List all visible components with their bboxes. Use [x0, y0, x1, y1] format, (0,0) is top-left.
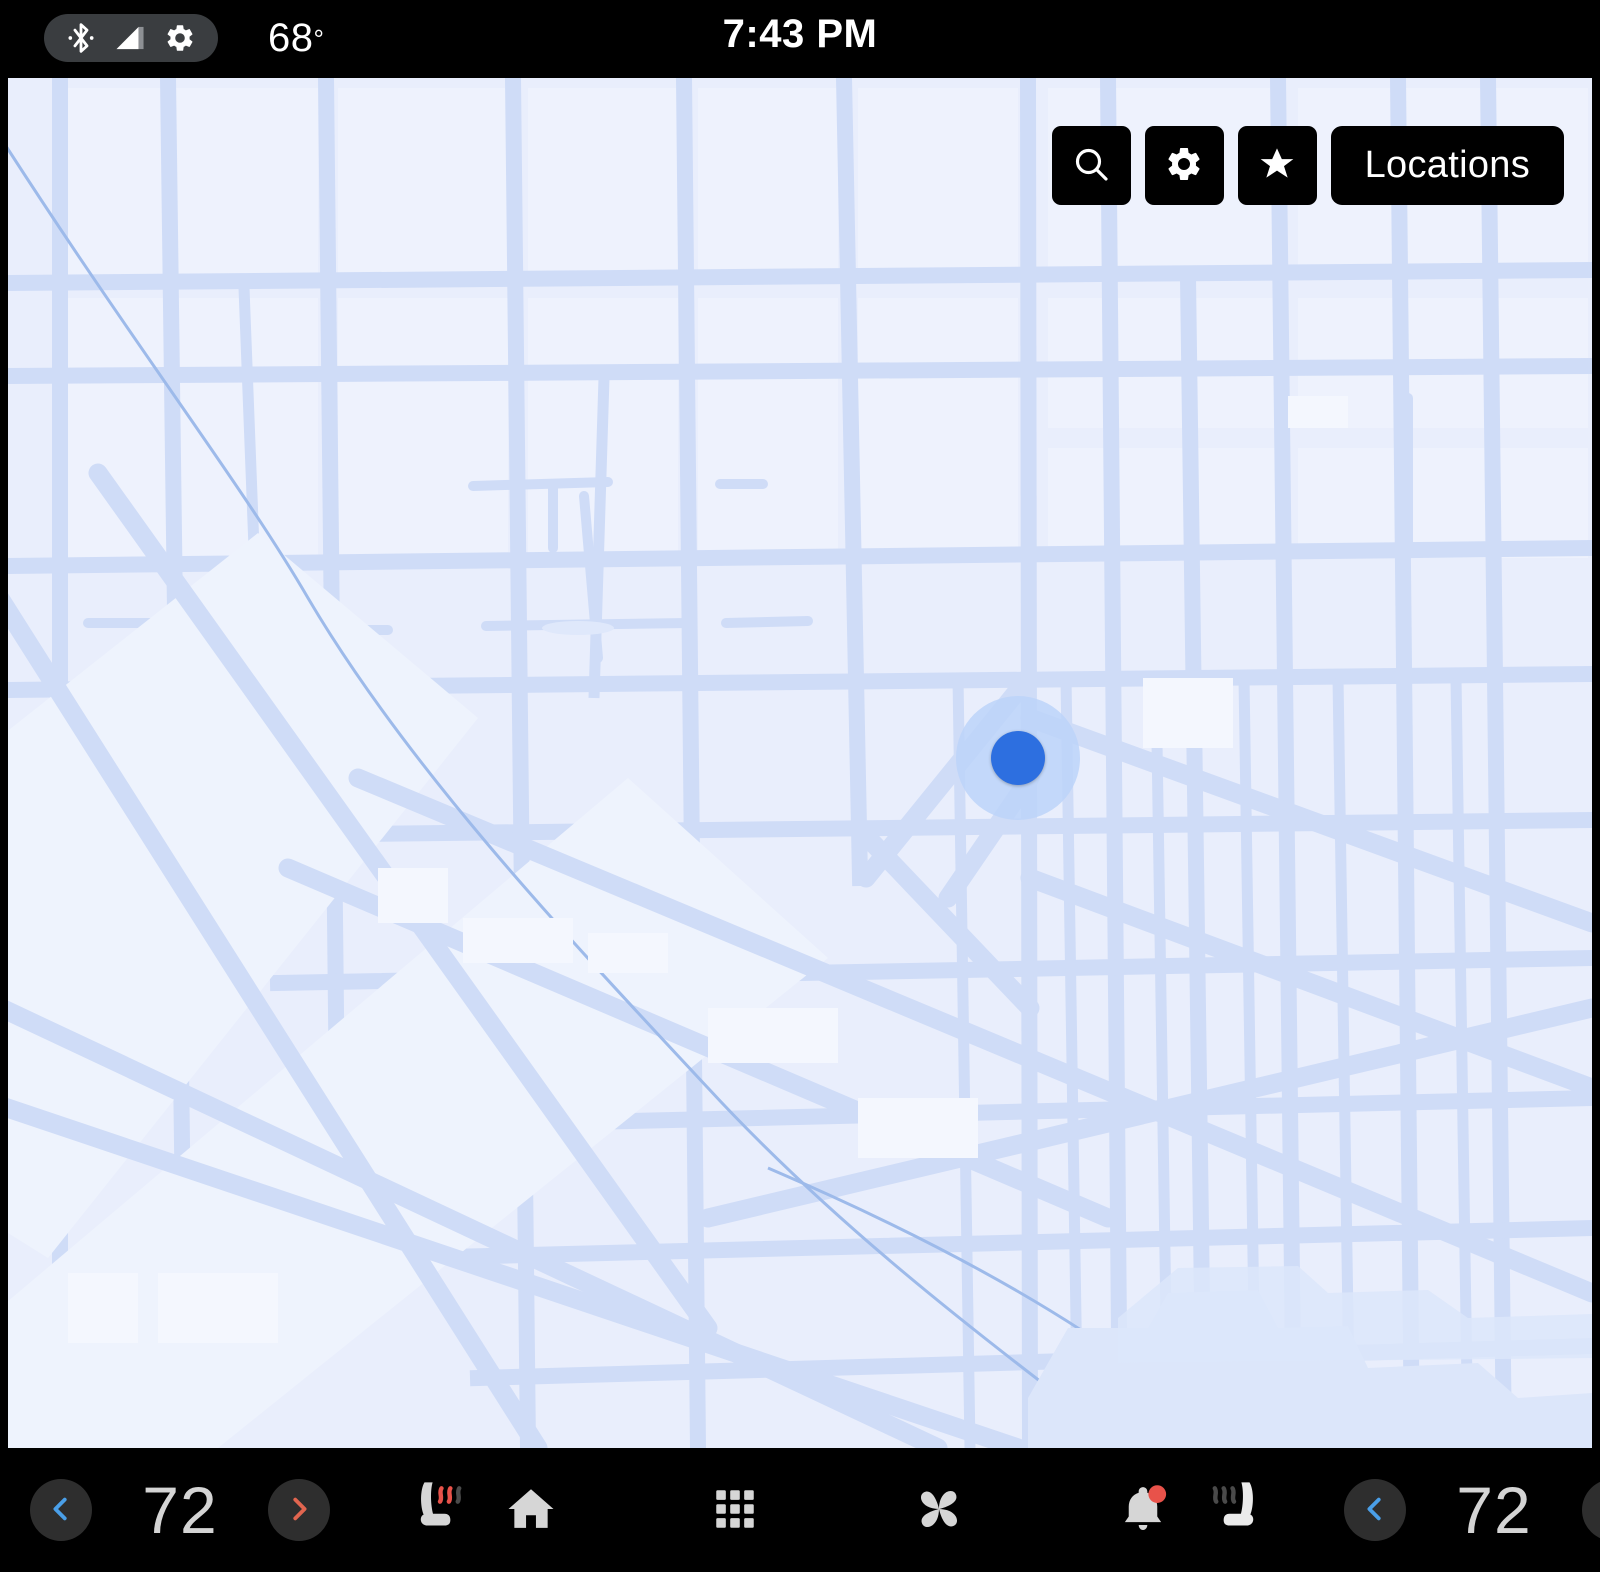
- driver-temp-increase-button[interactable]: [268, 1479, 330, 1541]
- driver-climate-controls: 72: [0, 1462, 488, 1558]
- apps-button[interactable]: [692, 1467, 778, 1553]
- infotainment-screen: 68 ° 7:43 PM Locations 72 72: [0, 0, 1600, 1572]
- bottom-control-bar: 72 72: [0, 1448, 1600, 1572]
- navigation-buttons: [488, 1467, 1186, 1553]
- chevron-left-icon: [46, 1494, 76, 1527]
- gear-icon: [1164, 144, 1204, 187]
- notifications-button[interactable]: [1100, 1467, 1186, 1553]
- passenger-climate-controls: 72: [1186, 1462, 1600, 1558]
- search-button[interactable]: [1051, 126, 1131, 205]
- map-canvas: [8, 78, 1592, 1448]
- notifications-bell-icon: [1117, 1482, 1169, 1539]
- map-settings-button[interactable]: [1144, 126, 1224, 205]
- home-button[interactable]: [488, 1467, 574, 1553]
- search-icon: [1071, 144, 1111, 187]
- passenger-heated-seat-button[interactable]: [1186, 1462, 1282, 1558]
- map-view[interactable]: Locations: [8, 78, 1592, 1448]
- passenger-temp-decrease-button[interactable]: [1344, 1479, 1406, 1541]
- notification-badge: [1148, 1484, 1167, 1503]
- heated-seat-icon: [1198, 1475, 1270, 1546]
- status-bar: 68 ° 7:43 PM: [0, 0, 1600, 76]
- heated-seat-icon: [404, 1475, 476, 1546]
- fan-icon: [911, 1481, 967, 1540]
- chevron-right-icon: [284, 1494, 314, 1527]
- passenger-temp-increase-button[interactable]: [1582, 1479, 1600, 1541]
- driver-heated-seat-button[interactable]: [392, 1462, 488, 1558]
- apps-grid-icon: [710, 1484, 760, 1537]
- map-toolbar: Locations: [1051, 126, 1564, 205]
- driver-temp-decrease-button[interactable]: [30, 1479, 92, 1541]
- home-icon: [504, 1482, 558, 1539]
- clock: 7:43 PM: [722, 12, 878, 56]
- star-icon: [1257, 144, 1297, 187]
- favorites-button[interactable]: [1237, 126, 1317, 205]
- passenger-temperature-value: 72: [1456, 1473, 1532, 1547]
- climate-button[interactable]: [896, 1467, 982, 1553]
- chevron-left-icon: [1360, 1494, 1390, 1527]
- locations-button[interactable]: Locations: [1330, 126, 1564, 205]
- location-dot: [991, 731, 1045, 785]
- driver-temperature-value: 72: [142, 1473, 218, 1547]
